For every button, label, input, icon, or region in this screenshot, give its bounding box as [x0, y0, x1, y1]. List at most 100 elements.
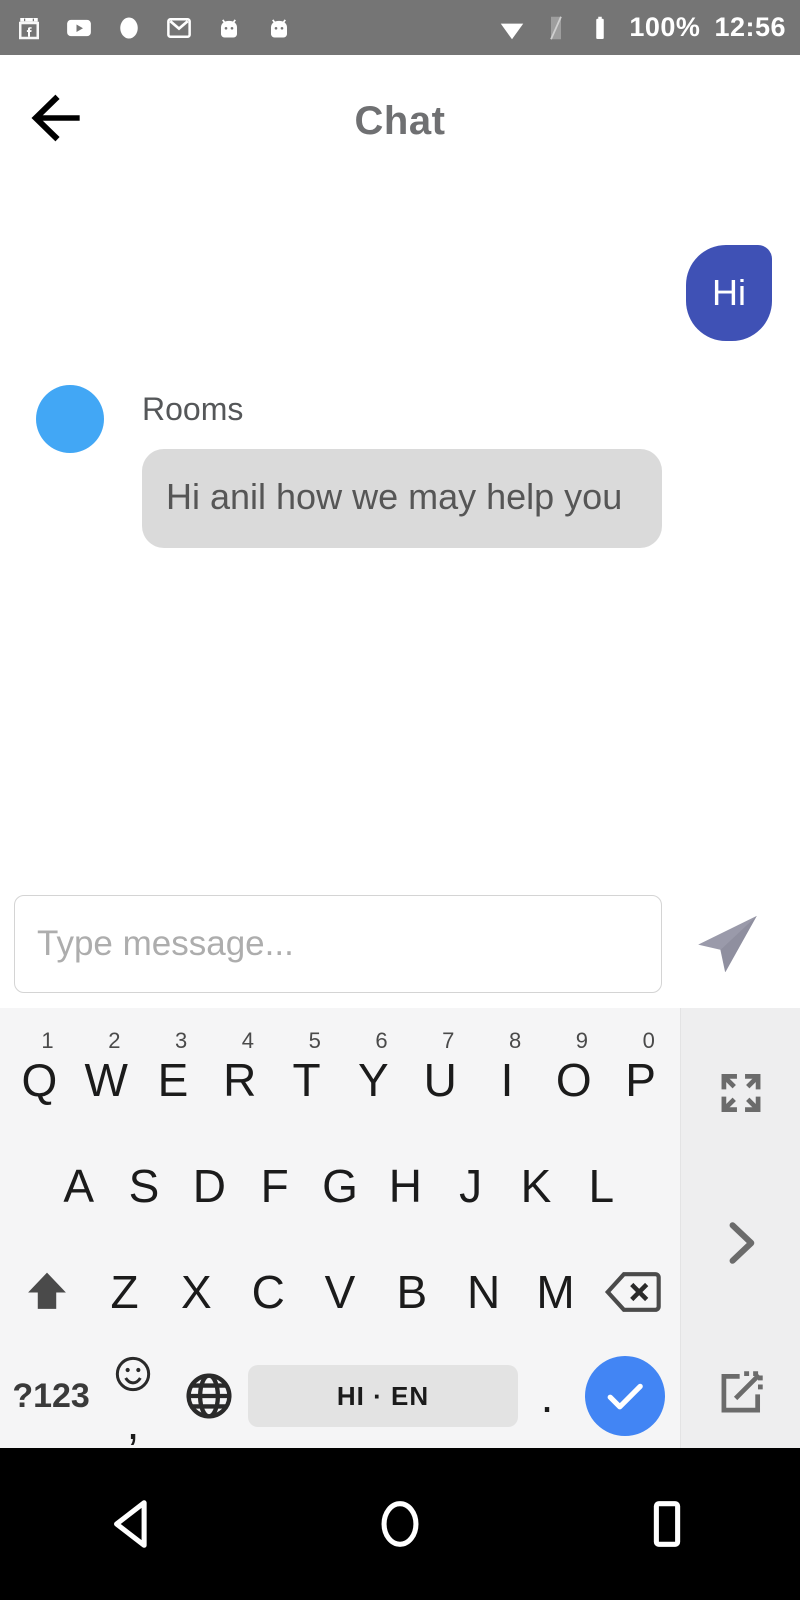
key-i[interactable]: 8I: [474, 1028, 541, 1130]
status-bar: 100% 12:56: [0, 0, 800, 55]
key-w-label: W: [84, 1054, 128, 1106]
incoming-message-content: Rooms Hi anil how we may help you: [142, 385, 702, 549]
key-language-globe[interactable]: [170, 1348, 248, 1444]
key-e[interactable]: 3E: [140, 1028, 207, 1130]
key-r-number: 4: [241, 1028, 255, 1053]
nav-back-button[interactable]: [73, 1464, 193, 1584]
key-comma[interactable]: ,: [96, 1348, 170, 1449]
key-u-number: 7: [442, 1028, 455, 1053]
key-f[interactable]: F: [242, 1136, 307, 1236]
key-r[interactable]: 4R: [206, 1028, 273, 1130]
key-l[interactable]: L: [569, 1136, 634, 1236]
key-enter[interactable]: [576, 1348, 674, 1444]
incoming-message-bubble[interactable]: Hi anil how we may help you: [142, 449, 662, 549]
battery-icon: [596, 16, 605, 39]
key-spacebar[interactable]: HI · EN: [247, 1348, 519, 1444]
status-bar-system-icons: 100% 12:56: [497, 12, 786, 43]
sender-name-label: Rooms: [142, 391, 244, 427]
key-w-number: 2: [108, 1028, 121, 1053]
key-x[interactable]: X: [160, 1242, 232, 1342]
android-robot-icon-2: [271, 18, 287, 37]
key-j[interactable]: J: [438, 1136, 503, 1236]
nav-home-button[interactable]: [340, 1464, 460, 1584]
check-enter-icon: [607, 1383, 643, 1410]
onscreen-keyboard: 1Q 2W 3E 4R 5T 6Y 7U 8I 9O 0P A S D F G …: [0, 1008, 800, 1448]
battery-percent-label: 100%: [629, 12, 701, 42]
key-y-label: Y: [358, 1054, 389, 1106]
nav-home-circle-icon: [381, 1501, 419, 1547]
message-input[interactable]: [14, 895, 662, 993]
keyboard-row-3: Z X C V B N M: [0, 1242, 680, 1342]
keyboard-resize-button[interactable]: [681, 1038, 800, 1148]
keyboard-float-button[interactable]: [681, 1338, 800, 1448]
sim-card-icon: [550, 15, 563, 40]
key-e-label: E: [157, 1054, 189, 1106]
key-a[interactable]: A: [46, 1136, 111, 1236]
key-s[interactable]: S: [111, 1136, 176, 1236]
key-period[interactable]: .: [518, 1348, 575, 1444]
key-w[interactable]: 2W: [73, 1028, 140, 1130]
outgoing-message-row: Hi: [686, 245, 772, 341]
avatar[interactable]: [36, 385, 104, 453]
keyboard-row-2: A S D F G H J K L: [0, 1136, 680, 1236]
keyboard-row-4: ?123 , HI · EN .: [0, 1348, 680, 1449]
enter-button-circle: [584, 1356, 665, 1436]
page-title: Chat: [354, 99, 446, 143]
outgoing-message-bubble[interactable]: Hi: [686, 245, 772, 341]
nav-recents-button[interactable]: [607, 1464, 727, 1584]
key-o-number: 9: [575, 1028, 589, 1053]
key-z[interactable]: Z: [89, 1242, 161, 1342]
message-composer: [0, 880, 800, 1008]
key-q-label: Q: [21, 1054, 58, 1106]
shift-arrow-up-icon: [28, 1272, 67, 1309]
app-header: Chat: [0, 55, 800, 180]
key-b[interactable]: B: [376, 1242, 448, 1342]
key-t-label: T: [292, 1054, 321, 1106]
keyboard-sidebar: [680, 1008, 800, 1448]
key-comma-label: ,: [126, 1397, 140, 1449]
send-paper-plane-icon: [698, 915, 757, 973]
key-c[interactable]: C: [232, 1242, 304, 1342]
android-robot-icon: [221, 18, 237, 37]
key-y-number: 6: [375, 1028, 388, 1053]
key-d[interactable]: D: [177, 1136, 242, 1236]
gmail-icon: [167, 17, 191, 38]
chevron-right-icon: [729, 1222, 754, 1264]
key-y[interactable]: 6Y: [340, 1028, 407, 1130]
nav-recents-square-icon: [653, 1501, 680, 1547]
send-button[interactable]: [682, 899, 772, 989]
key-shift[interactable]: [6, 1242, 89, 1342]
chat-message-list: Hi Rooms Hi anil how we may help you: [0, 180, 800, 880]
nav-back-triangle-icon: [114, 1500, 147, 1548]
keyboard-collapse-button[interactable]: [681, 1188, 800, 1298]
key-o[interactable]: 9O: [540, 1028, 607, 1130]
key-backspace[interactable]: [591, 1242, 674, 1342]
key-r-label: R: [223, 1054, 257, 1106]
floating-popout-icon: [721, 1371, 763, 1413]
android-navigation-bar: [0, 1448, 800, 1600]
key-u-label: U: [423, 1054, 457, 1106]
spacebar-language-label: HI · EN: [247, 1365, 519, 1427]
key-q[interactable]: 1Q: [6, 1028, 73, 1130]
circle-app-icon: [120, 17, 138, 38]
key-e-number: 3: [174, 1028, 188, 1053]
key-k[interactable]: K: [503, 1136, 568, 1236]
key-numbers-symbols[interactable]: ?123: [6, 1348, 96, 1444]
key-u[interactable]: 7U: [407, 1028, 474, 1130]
keyboard-keys-area: 1Q 2W 3E 4R 5T 6Y 7U 8I 9O 0P A S D F G …: [0, 1008, 680, 1448]
status-bar-notification-icons: [14, 13, 294, 43]
backspace-delete-icon: [604, 1272, 661, 1312]
key-v[interactable]: V: [304, 1242, 376, 1342]
key-t[interactable]: 5T: [273, 1028, 340, 1130]
facebook-marketplace-icon: [19, 17, 39, 39]
key-m[interactable]: M: [520, 1242, 592, 1342]
key-n[interactable]: N: [448, 1242, 520, 1342]
resize-fullscreen-icon: [721, 1073, 760, 1113]
key-i-number: 8: [508, 1028, 522, 1053]
wifi-icon: [501, 23, 524, 39]
keyboard-row-1: 1Q 2W 3E 4R 5T 6Y 7U 8I 9O 0P: [0, 1028, 680, 1130]
key-g[interactable]: G: [307, 1136, 372, 1236]
key-h[interactable]: H: [373, 1136, 438, 1236]
key-p-label: P: [625, 1054, 656, 1106]
key-p[interactable]: 0P: [607, 1028, 674, 1130]
